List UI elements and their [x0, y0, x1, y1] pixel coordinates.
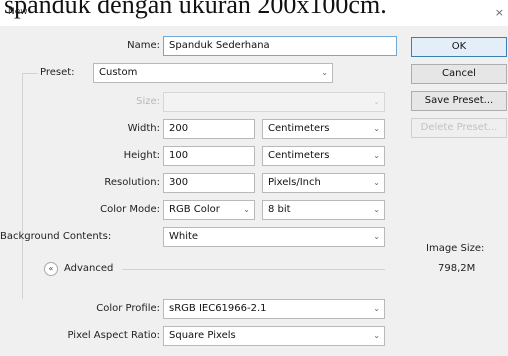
- chevron-down-icon: ⌄: [373, 124, 380, 133]
- size-select[interactable]: ⌄: [163, 92, 385, 112]
- background-contents-label: Background Contents:: [0, 231, 112, 242]
- color-depth-value: 8 bit: [268, 204, 291, 215]
- background-contents-value: White: [169, 231, 199, 242]
- size-label: Size:: [136, 96, 160, 107]
- name-input[interactable]: Spanduk Sederhana: [163, 36, 397, 56]
- resolution-unit-value: Pixels/Inch: [268, 177, 321, 188]
- advanced-divider: [122, 269, 385, 270]
- preset-group-border-top: [22, 73, 38, 74]
- height-label: Height:: [123, 150, 160, 161]
- ok-button[interactable]: OK: [411, 37, 507, 57]
- chevron-down-icon: ⌄: [373, 232, 380, 241]
- resolution-input[interactable]: 300: [163, 173, 255, 193]
- color-profile-label: Color Profile:: [96, 303, 160, 314]
- color-mode-label: Color Mode:: [100, 204, 160, 215]
- height-value: 100: [169, 150, 189, 161]
- chevron-down-icon: ⌄: [373, 151, 380, 160]
- color-profile-value: sRGB IEC61966-2.1: [169, 303, 267, 314]
- image-size-value: 798,2M: [438, 263, 476, 274]
- preset-value: Custom: [99, 67, 138, 78]
- pixel-aspect-ratio-select[interactable]: Square Pixels ⌄: [163, 326, 385, 346]
- advanced-toggle-icon[interactable]: «: [44, 262, 58, 276]
- preset-select[interactable]: Custom ⌄: [93, 63, 333, 83]
- color-mode-select[interactable]: RGB Color ⌄: [163, 200, 255, 220]
- chevron-down-icon: ⌄: [373, 304, 380, 313]
- height-input[interactable]: 100: [163, 146, 255, 166]
- color-depth-select[interactable]: 8 bit ⌄: [262, 200, 385, 220]
- background-contents-select[interactable]: White ⌄: [163, 227, 385, 247]
- width-unit-value: Centimeters: [268, 123, 330, 134]
- delete-preset-button[interactable]: Delete Preset...: [411, 118, 507, 138]
- image-size-label: Image Size:: [426, 243, 485, 254]
- height-unit-select[interactable]: Centimeters ⌄: [262, 146, 385, 166]
- save-preset-button[interactable]: Save Preset...: [411, 91, 507, 111]
- new-document-dialog: New × Name: Spanduk Sederhana Preset: Cu…: [0, 0, 508, 356]
- color-mode-value: RGB Color: [169, 204, 220, 215]
- height-unit-value: Centimeters: [268, 150, 330, 161]
- resolution-label: Resolution:: [104, 177, 160, 188]
- cancel-button[interactable]: Cancel: [411, 64, 507, 84]
- width-label: Width:: [127, 123, 160, 134]
- width-unit-select[interactable]: Centimeters ⌄: [262, 119, 385, 139]
- chevron-down-icon: ⌄: [373, 331, 380, 340]
- chevron-down-icon: ⌄: [373, 178, 380, 187]
- width-value: 200: [169, 123, 189, 134]
- color-profile-select[interactable]: sRGB IEC61966-2.1 ⌄: [163, 299, 385, 319]
- preset-group-border-left: [22, 73, 23, 299]
- chevron-down-icon: ⌄: [373, 205, 380, 214]
- chevron-down-icon: ⌄: [243, 205, 250, 214]
- preset-label: Preset:: [40, 67, 75, 78]
- pixel-aspect-ratio-value: Square Pixels: [169, 330, 236, 341]
- advanced-label[interactable]: Advanced: [64, 263, 113, 274]
- page-caption: spanduk dengan ukuran 200x100cm.: [4, 0, 387, 19]
- chevron-down-icon: ⌄: [321, 68, 328, 77]
- width-input[interactable]: 200: [163, 119, 255, 139]
- chevron-down-icon: ⌄: [373, 97, 380, 106]
- pixel-aspect-ratio-label: Pixel Aspect Ratio:: [67, 330, 161, 341]
- name-value: Spanduk Sederhana: [169, 40, 270, 51]
- resolution-unit-select[interactable]: Pixels/Inch ⌄: [262, 173, 385, 193]
- resolution-value: 300: [169, 177, 189, 188]
- name-label: Name:: [127, 40, 160, 51]
